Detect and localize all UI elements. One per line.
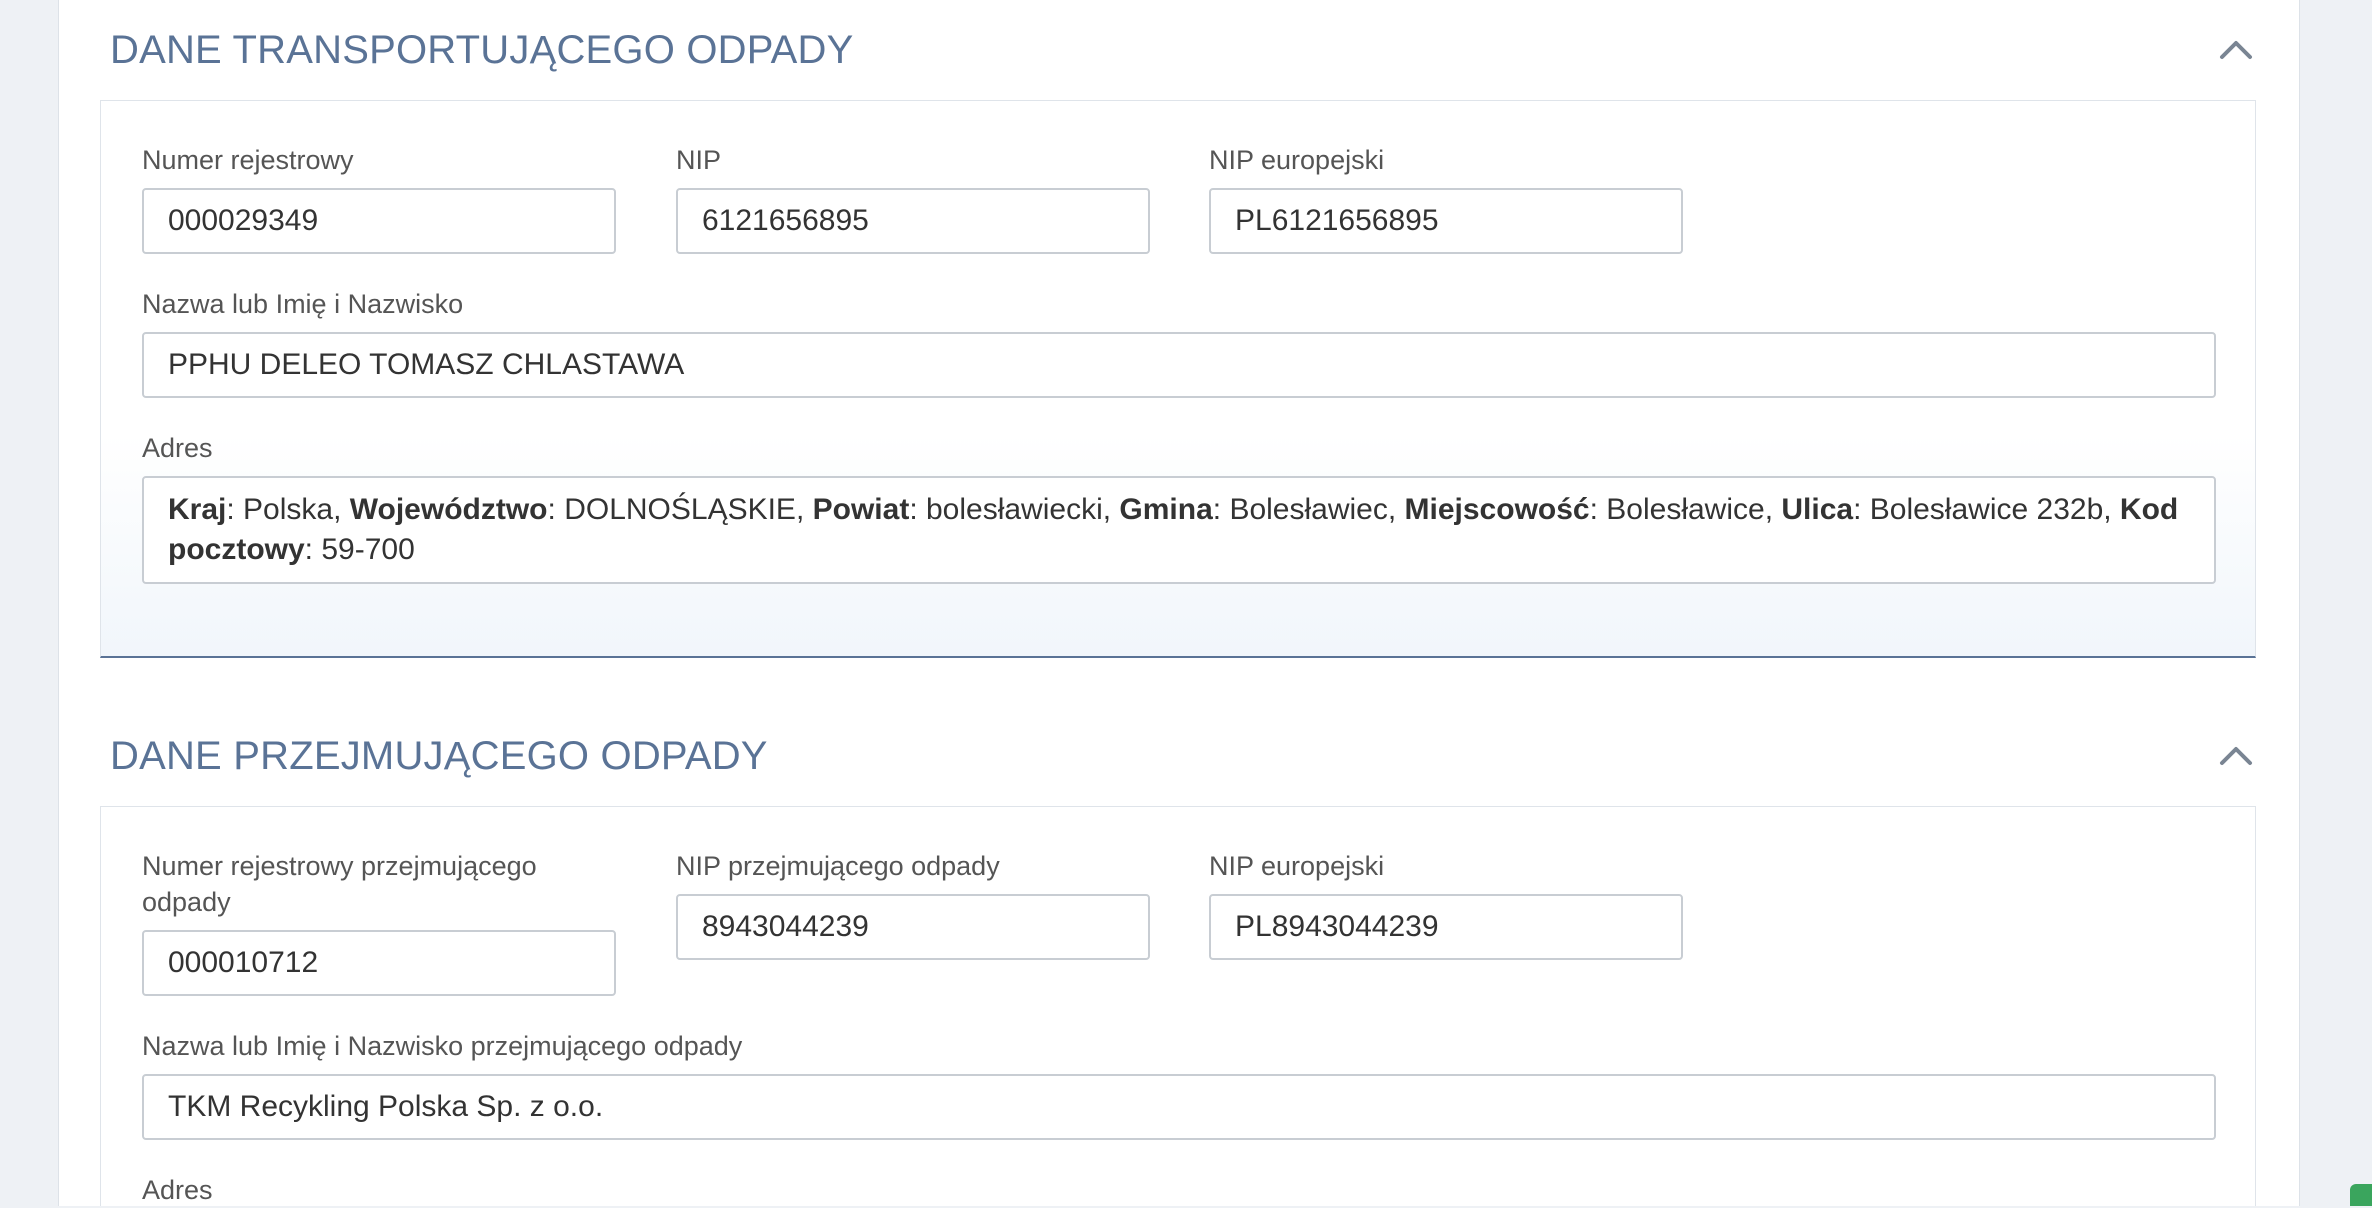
receiver-name-field[interactable]: TKM Recykling Polska Sp. z o.o. (142, 1074, 2216, 1140)
address-val-postal: 59-700 (321, 533, 415, 566)
address-val-country: Polska (243, 493, 334, 526)
receiver-nip-label: NIP przejmującego odpady (676, 851, 1000, 881)
receiver-section-title: DANE PRZEJMUJĄCEGO ODPADY (110, 734, 768, 778)
transporter-nip-label: NIP (676, 145, 722, 175)
chat-widget-button[interactable] (2350, 1184, 2372, 1206)
chevron-up-icon (2220, 747, 2252, 765)
receiver-nip-field[interactable]: 8943044239 (676, 894, 1150, 960)
transporter-eu-nip-label: NIP europejski (1209, 145, 1385, 175)
transporter-name-label: Nazwa lub Imię i Nazwisko (142, 289, 464, 319)
transporter-section-title: DANE TRANSPORTUJĄCEGO ODPADY (110, 28, 854, 72)
receiver-section-header: DANE PRZEJMUJĄCEGO ODPADY (110, 726, 2260, 786)
transporter-name-field[interactable]: PPHU DELEO TOMASZ CHLASTAWA (142, 332, 2216, 398)
receiver-address-label: Adres (142, 1175, 213, 1205)
address-key-voivodeship: Województwo (349, 493, 548, 526)
transporter-registry-label: Numer rejestrowy (142, 145, 354, 175)
address-val-county: bolesławiecki (925, 493, 1103, 526)
address-key-country: Kraj (168, 493, 227, 526)
address-key-town: Miejscowość (1404, 493, 1590, 526)
receiver-name-label: Nazwa lub Imię i Nazwisko przejmującego … (142, 1031, 743, 1061)
transporter-eu-nip-field[interactable]: PL6121656895 (1209, 188, 1683, 254)
transporter-section-header: DANE TRANSPORTUJĄCEGO ODPADY (110, 20, 2260, 80)
transporter-address-label: Adres (142, 433, 213, 463)
receiver-eu-nip-label: NIP europejski (1209, 851, 1385, 881)
address-key-street: Ulica (1781, 493, 1854, 526)
address-val-street: Bolesławice 232b (1869, 493, 2104, 526)
receiver-eu-nip-field[interactable]: PL8943044239 (1209, 894, 1683, 960)
chevron-up-icon (2220, 41, 2252, 59)
transporter-registry-field[interactable]: 000029349 (142, 188, 616, 254)
transporter-collapse-button[interactable] (2212, 26, 2260, 74)
transporter-nip-field[interactable]: 6121656895 (676, 188, 1150, 254)
receiver-collapse-button[interactable] (2212, 732, 2260, 780)
address-key-commune: Gmina (1119, 493, 1213, 526)
address-key-county: Powiat (812, 493, 910, 526)
address-val-commune: Bolesławiec (1229, 493, 1388, 526)
address-val-voivodeship: DOLNOŚLĄSKIE (564, 493, 796, 526)
receiver-registry-label: Numer rejestrowy przejmującego odpady (142, 851, 537, 917)
address-val-town: Bolesławice (1606, 493, 1765, 526)
transporter-address-field[interactable]: Kraj: Polska, Województwo: DOLNOŚLĄSKIE,… (142, 476, 2216, 584)
receiver-registry-field[interactable]: 000010712 (142, 930, 616, 996)
